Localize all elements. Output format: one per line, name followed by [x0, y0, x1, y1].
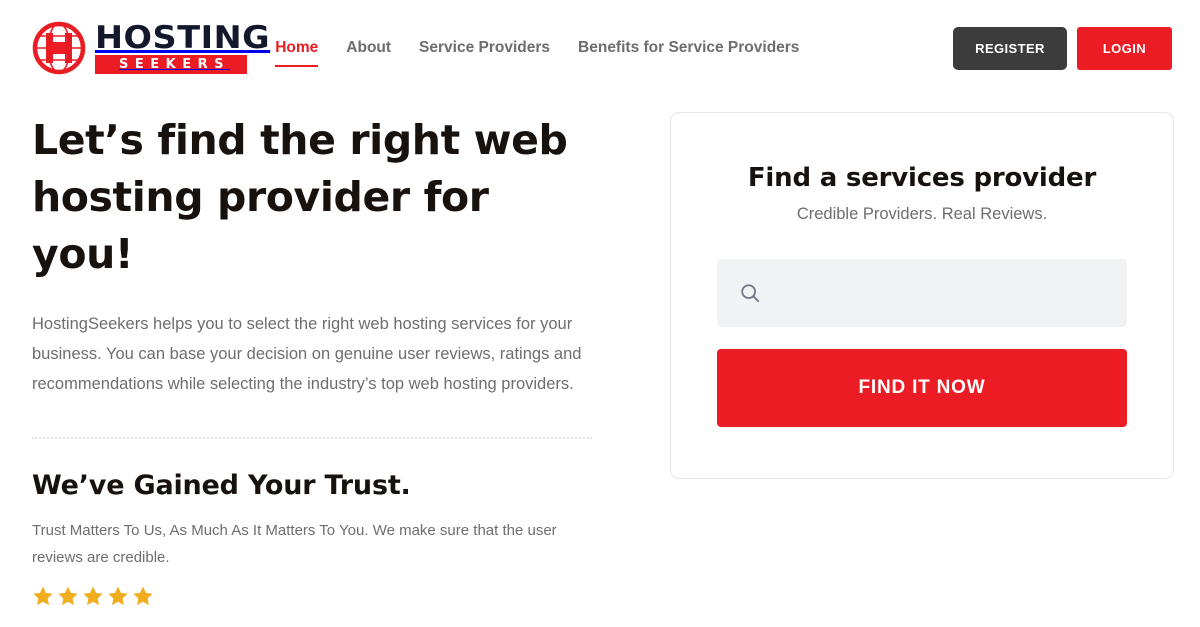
page-root: HOSTING SEEKERS Home About Service Provi… — [0, 0, 1200, 627]
trust-heading: We’ve Gained Your Trust. — [32, 470, 411, 501]
star-rating — [32, 585, 612, 607]
star-filled-icon — [58, 586, 78, 606]
star-filled-icon — [33, 586, 53, 606]
nav-item-home[interactable]: Home — [275, 39, 332, 67]
header-actions: REGISTER LOGIN — [953, 26, 1172, 70]
register-button[interactable]: REGISTER — [953, 26, 1067, 70]
brand-name-secondary: SEEKERS — [95, 54, 247, 74]
hero-description: HostingSeekers helps you to select the r… — [32, 315, 582, 393]
search-icon — [741, 284, 760, 303]
card-subtitle: Credible Providers. Real Reviews. — [796, 205, 1048, 223]
find-it-now-button[interactable]: FIND IT NOW — [717, 349, 1127, 427]
globe-h-logo-icon — [32, 21, 86, 75]
star-filled-icon — [108, 586, 128, 606]
page-title: Let’s find the right web hosting provide… — [32, 116, 568, 278]
search-field[interactable] — [717, 259, 1127, 327]
search-input[interactable] — [773, 259, 1105, 327]
star-filled-icon — [83, 586, 103, 606]
card-title: Find a services provider — [747, 163, 1097, 193]
login-button[interactable]: LOGIN — [1076, 26, 1172, 70]
find-provider-card: Find a services provider Credible Provid… — [670, 112, 1174, 479]
nav-item-benefits-for-service-providers[interactable]: Benefits for Service Providers — [564, 39, 813, 57]
nav-item-about[interactable]: About — [332, 39, 405, 57]
star-filled-icon — [133, 586, 153, 606]
brand-name-primary: HOSTING — [95, 19, 271, 56]
brand-wordmark: HOSTING SEEKERS — [95, 22, 270, 74]
hero-section: Let’s find the right web hosting provide… — [32, 112, 612, 607]
brand-logo[interactable]: HOSTING SEEKERS — [32, 21, 270, 75]
trust-description: Trust Matters To Us, As Much As It Matte… — [32, 522, 557, 566]
site-header: HOSTING SEEKERS Home About Service Provi… — [0, 0, 1200, 96]
nav-item-service-providers[interactable]: Service Providers — [405, 39, 564, 57]
section-divider — [32, 437, 592, 439]
main-navigation: Home About Service Providers Benefits fo… — [275, 39, 953, 67]
